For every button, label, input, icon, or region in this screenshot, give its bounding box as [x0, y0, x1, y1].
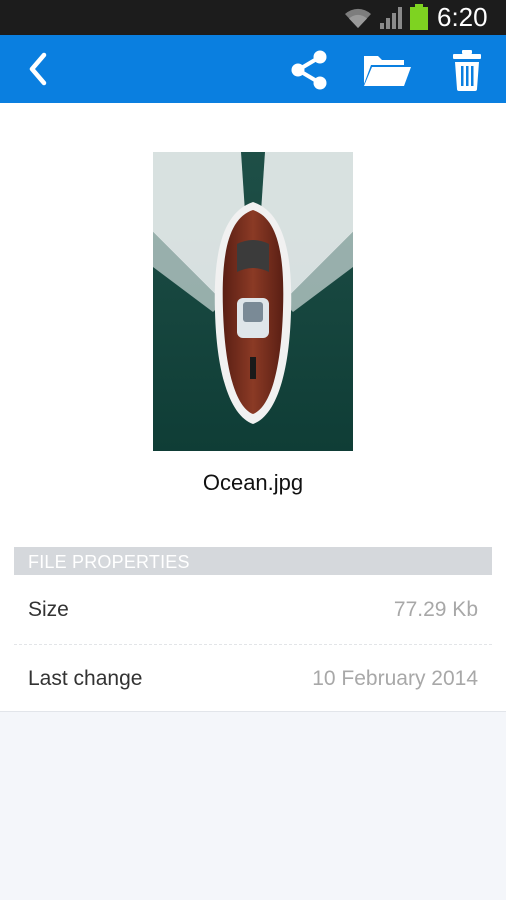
- folder-icon: [364, 56, 411, 86]
- trash-icon: [453, 50, 481, 91]
- property-label: Size: [28, 598, 69, 621]
- chevron-left-icon: [29, 52, 47, 86]
- property-label: Last change: [28, 667, 143, 690]
- property-value: 77.29 Kb: [393, 598, 478, 621]
- delete-button[interactable]: [450, 48, 484, 92]
- property-row-last-change: Last change 10 February 2014: [14, 645, 492, 713]
- status-bar: 6:20: [0, 0, 506, 35]
- image-thumbnail[interactable]: [153, 152, 353, 451]
- open-folder-button[interactable]: [361, 51, 413, 89]
- app-toolbar: [0, 35, 506, 103]
- file-properties-header: FILE PROPERTIES: [14, 547, 492, 575]
- status-time: 6:20: [437, 2, 488, 32]
- file-name: Ocean.jpg: [202, 470, 304, 495]
- battery-icon: [410, 4, 428, 30]
- signal-icon: [380, 7, 402, 29]
- wifi-icon: [345, 8, 371, 28]
- property-value: 10 February 2014: [312, 667, 478, 690]
- property-row-size: Size 77.29 Kb: [14, 576, 492, 645]
- back-button[interactable]: [22, 49, 58, 89]
- share-button[interactable]: [287, 49, 331, 91]
- share-icon: [291, 50, 327, 90]
- file-details-panel: Ocean.jpg FILE PROPERTIES Size 77.29 Kb …: [0, 103, 506, 712]
